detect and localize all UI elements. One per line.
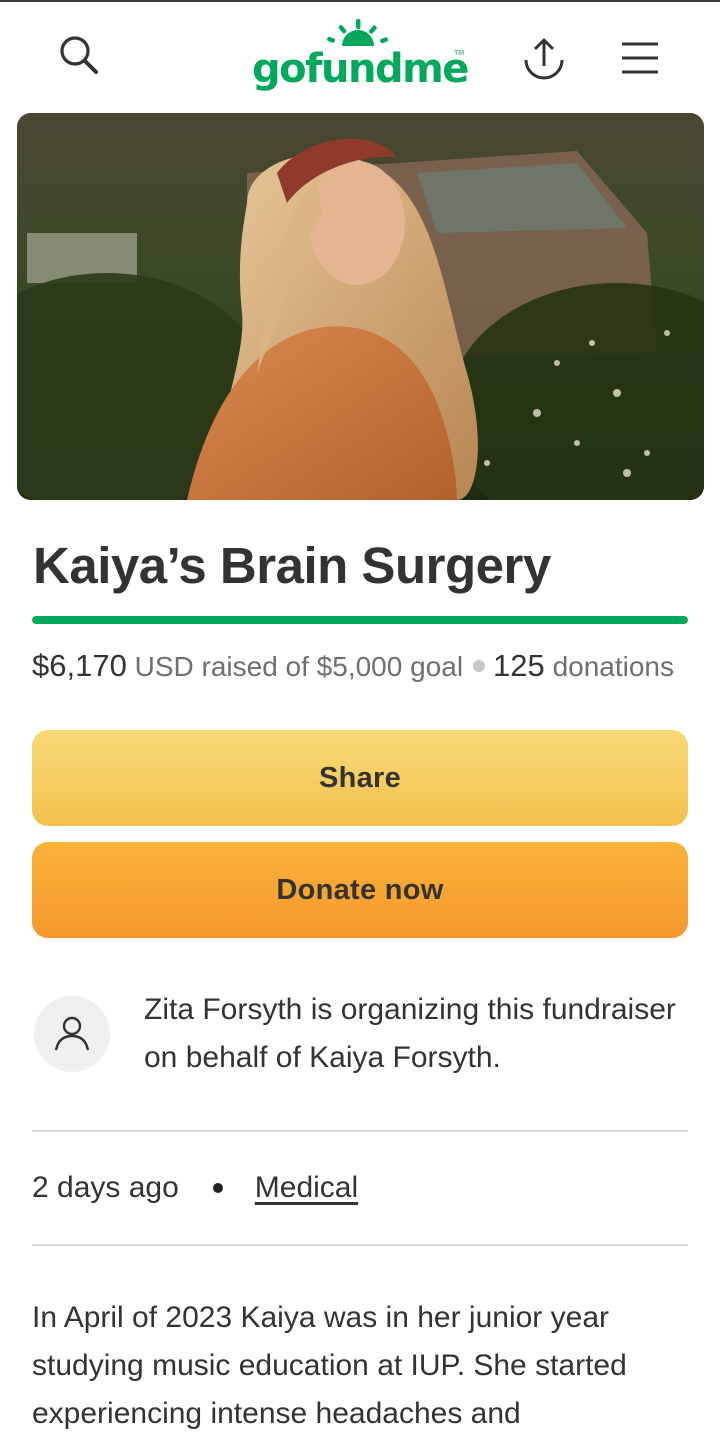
search-icon[interactable]	[56, 32, 104, 80]
fundraising-stats: $6,170 USD raised of $5,000 goal 125 dona…	[32, 648, 712, 684]
raised-amount: $6,170	[32, 648, 127, 683]
share-button[interactable]: Share	[32, 730, 688, 826]
progress-bar	[32, 616, 688, 624]
donation-label: donations	[552, 651, 674, 682]
divider	[32, 1244, 688, 1246]
gofundme-logo[interactable]: gofundme TM	[252, 18, 472, 98]
menu-icon[interactable]	[618, 38, 662, 78]
organizer-statement: Zita Forsyth is organizing this fundrais…	[144, 993, 676, 1074]
organizer-avatar[interactable]	[34, 996, 110, 1072]
posted-time: 2 days ago	[32, 1171, 179, 1204]
progress-bar-fill	[32, 616, 688, 624]
donate-now-button[interactable]: Donate now	[32, 842, 688, 938]
campaign-meta: 2 days ago Medical	[32, 1166, 358, 1210]
user-icon	[54, 1016, 90, 1051]
raised-goal-label: USD raised of $5,000 goal	[134, 651, 464, 682]
site-header: gofundme TM	[0, 2, 720, 110]
donation-count: 125	[493, 648, 545, 683]
campaign-story: In April of 2023 Kaiya was in her junior…	[32, 1301, 627, 1430]
meta-bullet	[212, 1183, 223, 1193]
hero-photo	[17, 113, 704, 500]
campaign-hero-image[interactable]	[17, 113, 704, 500]
share-upload-icon[interactable]	[520, 34, 568, 82]
separator-dot	[473, 660, 486, 672]
category-link[interactable]: Medical	[255, 1171, 358, 1205]
campaign-title: Kaiya’s Brain Surgery	[33, 537, 551, 594]
divider	[32, 1130, 688, 1132]
logo-trademark: TM	[454, 50, 465, 57]
logo-wordmark: gofundme	[252, 46, 469, 92]
